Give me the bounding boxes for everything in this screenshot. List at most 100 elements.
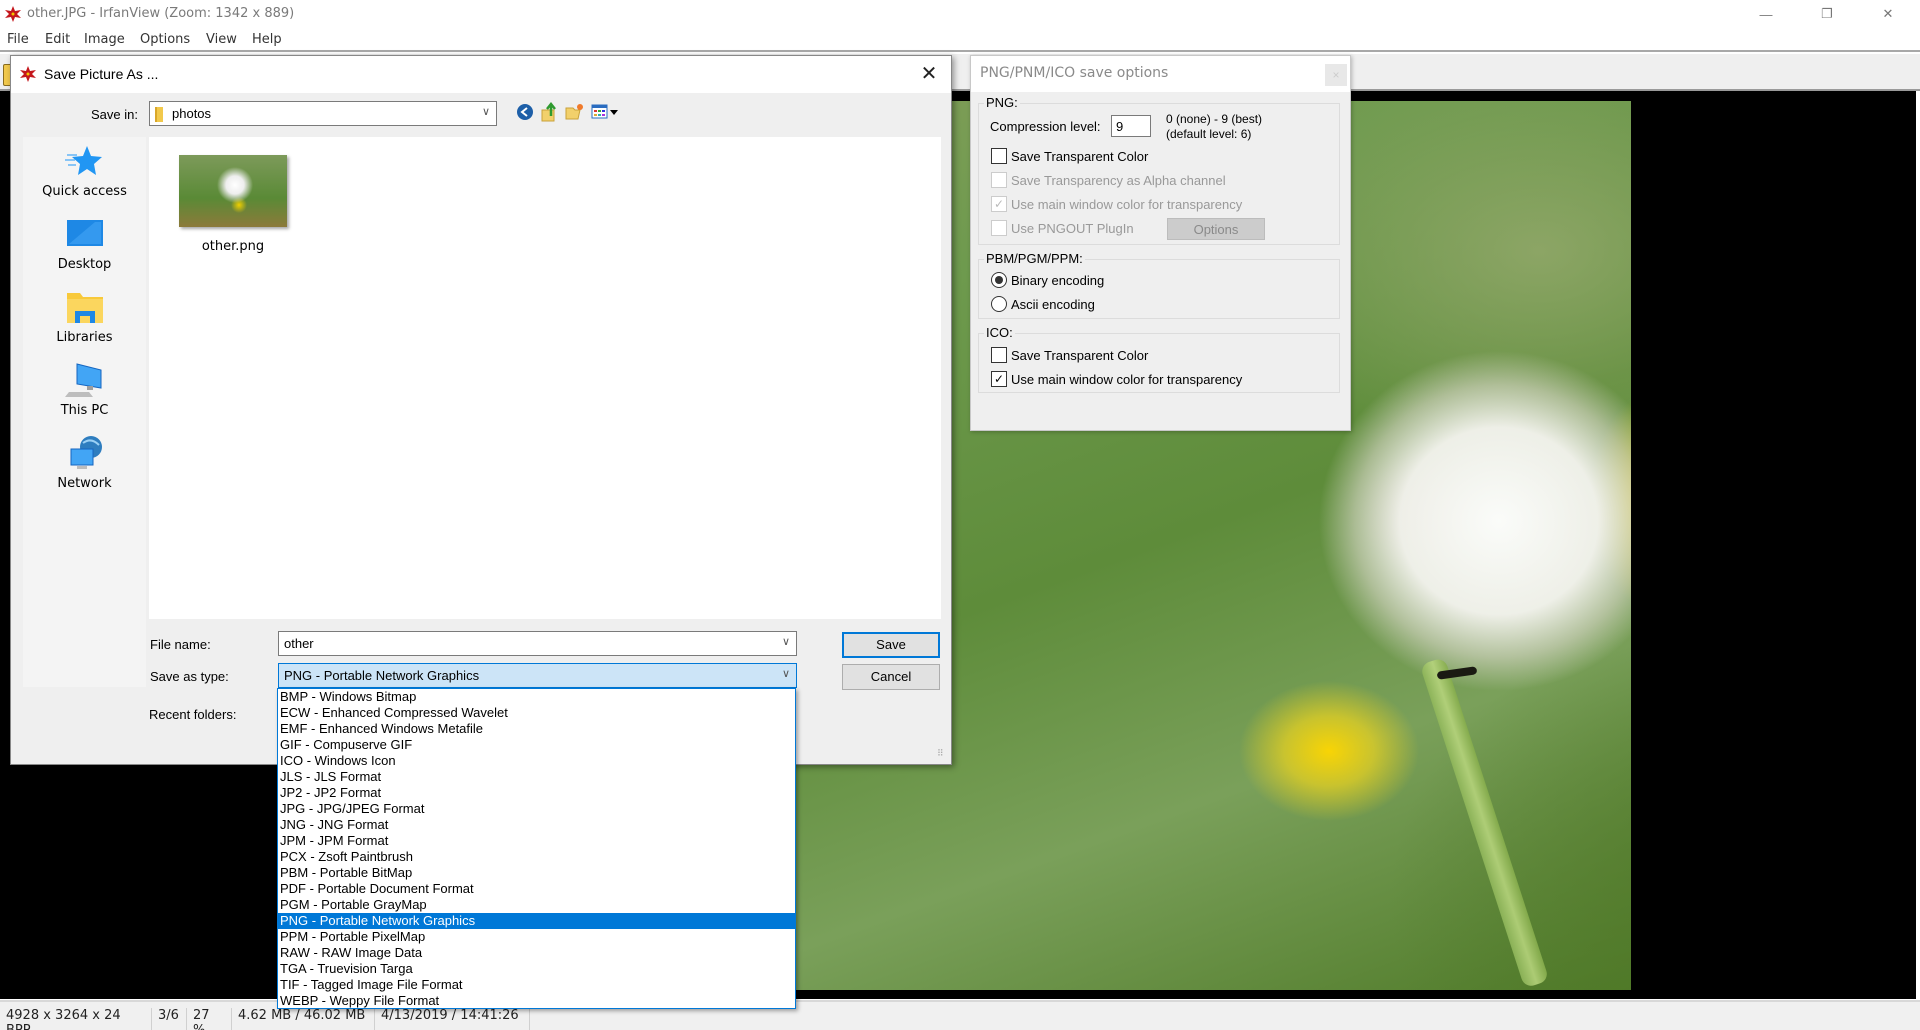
type-option[interactable]: JPM - JPM Format — [278, 833, 795, 849]
minimize-button[interactable]: — — [1743, 0, 1789, 28]
irfanview-logo-icon — [20, 66, 36, 82]
network-icon — [70, 436, 102, 469]
folder-icon — [155, 107, 163, 122]
png-save-alpha-checkbox[interactable]: Save Transparency as Alpha channel — [991, 172, 1226, 188]
type-option[interactable]: ECW - Enhanced Compressed Wavelet — [278, 705, 795, 721]
type-option[interactable]: RAW - RAW Image Data — [278, 945, 795, 961]
status-index: 3/6 — [152, 1008, 187, 1030]
save-as-type-select[interactable]: PNG - Portable Network Graphics ∨ — [278, 663, 797, 688]
menu-image[interactable]: Image — [84, 32, 125, 47]
checkbox-box — [991, 220, 1007, 236]
view-menu-icon[interactable] — [591, 103, 619, 121]
type-option[interactable]: ICO - Windows Icon — [278, 753, 795, 769]
type-option[interactable]: JNG - JNG Format — [278, 817, 795, 833]
place-desktop[interactable]: Desktop — [23, 216, 146, 272]
type-option[interactable]: PGM - Portable GrayMap — [278, 897, 795, 913]
chevron-down-icon: ∨ — [781, 668, 790, 680]
status-memory: 4.62 MB / 46.02 MB — [232, 1008, 375, 1030]
pngout-options-button[interactable]: Options — [1167, 218, 1265, 240]
file-list[interactable]: other.png — [149, 137, 941, 619]
place-label: Desktop — [57, 257, 112, 272]
type-option[interactable]: GIF - Compuserve GIF — [278, 737, 795, 753]
save-button[interactable]: Save — [842, 632, 940, 658]
place-label: Network — [57, 476, 112, 491]
place-label: This PC — [60, 403, 109, 418]
resize-grip-icon[interactable]: ⠿ — [937, 748, 949, 760]
checkbox-box — [991, 347, 1007, 363]
type-option[interactable]: PPM - Portable PixelMap — [278, 929, 795, 945]
places-bar: Quick access Desktop Libraries This PC N… — [23, 137, 146, 687]
place-network[interactable]: Network — [23, 435, 146, 491]
file-name-field[interactable]: other ∨ — [278, 631, 797, 656]
type-option[interactable]: JP2 - JP2 Format — [278, 785, 795, 801]
type-option[interactable]: JLS - JLS Format — [278, 769, 795, 785]
compression-hint: 0 (none) - 9 (best) — [1166, 112, 1263, 126]
close-icon: ✕ — [1882, 6, 1894, 21]
checkbox-label: Use main window color for transparency — [1011, 196, 1243, 212]
type-option[interactable]: BMP - Windows Bitmap — [278, 689, 795, 705]
binary-encoding-radio[interactable]: Binary encoding — [991, 272, 1104, 288]
save-in-label: Save in: — [91, 107, 138, 122]
menu-help[interactable]: Help — [252, 32, 282, 47]
ico-save-transparent-color-checkbox[interactable]: Save Transparent Color — [991, 347, 1148, 363]
type-option[interactable]: EMF - Enhanced Windows Metafile — [278, 721, 795, 737]
menu-options[interactable]: Options — [140, 32, 190, 47]
type-option[interactable]: JPG - JPG/JPEG Format — [278, 801, 795, 817]
png-group-label: PNG: — [984, 95, 1020, 110]
type-option[interactable]: PNG - Portable Network Graphics — [278, 913, 795, 929]
status-zoom: 27 % — [187, 1008, 232, 1030]
menu-file[interactable]: File — [7, 32, 29, 47]
new-folder-icon[interactable] — [565, 103, 585, 121]
ascii-encoding-radio[interactable]: Ascii encoding — [991, 296, 1095, 312]
png-use-pngout-checkbox[interactable]: Use PNGOUT PlugIn — [991, 220, 1134, 236]
window-title: other.JPG - IrfanView (Zoom: 1342 x 889) — [27, 6, 295, 21]
place-this-pc[interactable]: This PC — [23, 362, 146, 418]
photo-stem — [1419, 656, 1550, 989]
type-option[interactable]: PCX - Zsoft Paintbrush — [278, 849, 795, 865]
status-dimensions: 4928 x 3264 x 24 BPP — [0, 1008, 152, 1030]
radio-label: Binary encoding — [1011, 272, 1105, 288]
check-icon: ✓ — [991, 371, 1007, 387]
recent-folders-label: Recent folders: — [149, 707, 237, 722]
dialog-title-bar: Save Picture As ... ✕ — [11, 56, 951, 93]
file-name-value: other — [284, 636, 314, 651]
type-option[interactable]: PDF - Portable Document Format — [278, 881, 795, 897]
place-label: Quick access — [42, 184, 127, 199]
chevron-down-icon: ∨ — [781, 636, 790, 648]
menu-view[interactable]: View — [206, 32, 237, 47]
close-button[interactable]: ✕ — [1865, 0, 1911, 28]
compression-default-hint: (default level: 6) — [1166, 127, 1252, 141]
pnm-group-label: PBM/PGM/PPM: — [984, 251, 1085, 266]
menu-edit[interactable]: Edit — [45, 32, 70, 47]
png-save-transparent-color-checkbox[interactable]: Save Transparent Color — [991, 148, 1148, 164]
computer-icon — [64, 363, 101, 397]
type-option[interactable]: WEBP - Weppy File Format — [278, 993, 795, 1009]
save-in-combo[interactable]: photos ∨ — [149, 101, 497, 126]
save-as-type-value: PNG - Portable Network Graphics — [284, 668, 480, 683]
checkbox-label: Use main window color for transparency — [1011, 371, 1243, 387]
compression-level-input[interactable] — [1111, 115, 1151, 137]
back-icon[interactable] — [516, 103, 534, 121]
save-as-type-label: Save as type: — [150, 669, 229, 684]
save-as-type-dropdown[interactable]: BMP - Windows Bitmap ECW - Enhanced Compr… — [277, 688, 796, 1009]
dialog-close-button[interactable]: ✕ — [918, 64, 940, 86]
restore-button[interactable]: ❐ — [1804, 0, 1850, 28]
chevron-down-icon: ∨ — [481, 106, 490, 118]
type-option[interactable]: TIF - Tagged Image File Format — [278, 977, 795, 993]
file-item[interactable]: other.png — [173, 155, 293, 254]
type-option[interactable]: TGA - Truevision Targa — [278, 961, 795, 977]
status-datetime: 4/13/2019 / 14:41:26 — [375, 1008, 530, 1030]
cancel-button[interactable]: Cancel — [842, 664, 940, 690]
png-use-main-window-color-checkbox[interactable]: ✓ Use main window color for transparency — [991, 196, 1242, 212]
up-folder-icon[interactable] — [541, 102, 559, 122]
options-title: PNG/PNM/ICO save options — [980, 65, 1169, 81]
checkbox-label: Use PNGOUT PlugIn — [1011, 220, 1134, 236]
radio-circle — [991, 296, 1007, 312]
type-option[interactable]: PBM - Portable BitMap — [278, 865, 795, 881]
options-close-button[interactable]: × — [1325, 64, 1347, 86]
place-libraries[interactable]: Libraries — [23, 289, 146, 345]
checkbox-label: Save Transparency as Alpha channel — [1011, 172, 1226, 188]
desktop-icon — [66, 220, 103, 246]
place-quick-access[interactable]: Quick access — [23, 143, 146, 199]
ico-use-main-window-color-checkbox[interactable]: ✓ Use main window color for transparency — [991, 371, 1242, 387]
